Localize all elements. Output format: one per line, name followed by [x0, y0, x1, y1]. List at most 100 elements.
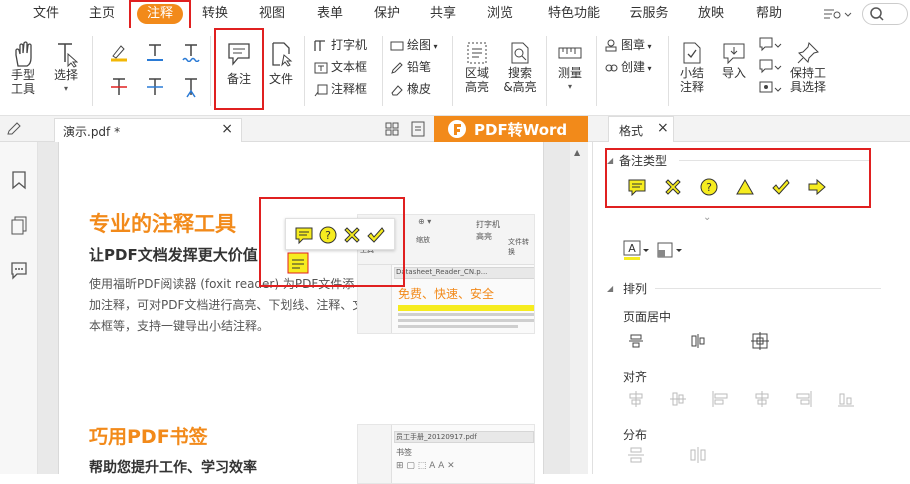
menu-comment[interactable]: 注释	[137, 4, 183, 24]
stamp-button[interactable]: 图章 ▾	[604, 36, 652, 54]
close-tab-icon[interactable]: ×	[221, 121, 233, 137]
keep-tool-selected-button[interactable]: 保持工 具选择	[786, 40, 830, 94]
summary-comments-button[interactable]: 小结 注释	[674, 40, 710, 94]
file-attachment-button[interactable]: 文件	[264, 40, 298, 86]
menu-help[interactable]: 帮助	[753, 4, 785, 24]
heading-bookmarks: 巧用PDF书签	[89, 426, 208, 448]
arrow-type-icon[interactable]	[807, 178, 827, 196]
comment-type-icon[interactable]	[627, 178, 647, 196]
pencil-button[interactable]: 铅笔	[390, 58, 431, 76]
vertical-scrollbar[interactable]: ▲	[570, 142, 588, 474]
note-icon	[228, 43, 250, 66]
triangle-type-icon[interactable]	[735, 178, 755, 196]
comments-panel-icon[interactable]	[9, 260, 29, 280]
format-tab[interactable]: 格式 ×	[608, 116, 674, 142]
intro-paragraph: 使用福昕PDF阅读器 (foxit reader) 为PDF文件添 加注释，可对…	[89, 277, 365, 333]
svg-text:?: ?	[706, 181, 712, 194]
area-highlight-icon	[467, 42, 487, 64]
measure-button[interactable]: 测量 ▾	[552, 40, 588, 94]
menu-features[interactable]: 特色功能	[545, 4, 603, 24]
eraser-button[interactable]: 橡皮	[390, 80, 431, 98]
fill-color-button[interactable]	[657, 242, 683, 262]
stamp-icon	[605, 39, 617, 51]
hand-icon	[15, 41, 32, 67]
menu-file[interactable]: 文件	[30, 4, 62, 24]
create-button[interactable]: 创建 ▾	[604, 58, 652, 76]
menu-view[interactable]: 视图	[256, 4, 288, 24]
expand-chevron-icon[interactable]: ⌄	[703, 212, 711, 223]
document-viewport: 专业的注释工具 让PDF文档发挥更大价值 使用福昕PDF阅读器 (foxit r…	[38, 142, 570, 484]
menu-browse[interactable]: 浏览	[484, 4, 516, 24]
search-highlight-button[interactable]: 搜索 &高亮	[500, 40, 540, 94]
text-color-button[interactable]: A	[623, 240, 649, 262]
squiggly-text-icon[interactable]	[180, 42, 202, 63]
single-view-icon[interactable]	[410, 121, 426, 137]
pages-icon[interactable]	[10, 216, 28, 236]
menu-slideshow[interactable]: 放映	[695, 4, 727, 24]
left-sidebar	[0, 142, 38, 474]
cross-type-icon[interactable]	[663, 178, 683, 196]
align-center-icon	[755, 391, 769, 407]
area-highlight-button[interactable]: 区域 高亮	[458, 40, 496, 94]
comment-settings-icon[interactable]	[758, 80, 782, 98]
popup-cross-icon[interactable]	[342, 225, 362, 245]
check-type-icon[interactable]	[771, 178, 791, 196]
import-button[interactable]: 导入	[716, 40, 752, 80]
edit-pen-icon[interactable]	[6, 121, 22, 137]
popup-comment-icon[interactable]	[294, 225, 314, 245]
menu-form[interactable]: 表单	[314, 4, 346, 24]
typewriter-icon	[314, 39, 325, 51]
pencil-icon	[391, 61, 403, 74]
note-tool-button[interactable]: 备注	[220, 40, 258, 86]
typewriter-button[interactable]: 打字机	[314, 36, 367, 54]
textbox-button[interactable]: 文本框	[314, 58, 367, 76]
align-bottom-icon	[838, 393, 854, 407]
help-type-icon[interactable]: ?	[699, 178, 719, 196]
menu-cloud[interactable]: 云服务	[626, 4, 672, 24]
select-text-icon	[58, 43, 78, 68]
menu-home[interactable]: 主页	[86, 4, 118, 24]
text-color-icon: A	[623, 240, 649, 260]
pin-file-icon	[272, 42, 293, 67]
align-right-icon	[796, 391, 812, 407]
align-label: 对齐	[623, 370, 648, 384]
underline-text-icon[interactable]	[144, 42, 166, 62]
screenshot-thumbnail-2: 员工手册_20120917.pdf 书签 ⊞ ▢ ⬚ A A ✕	[357, 424, 535, 484]
center-both-icon[interactable]	[751, 332, 769, 350]
pdf-page: 专业的注释工具 让PDF文档发挥更大价值 使用福昕PDF阅读器 (foxit r…	[58, 142, 544, 484]
callout-button[interactable]: 注释框	[314, 80, 367, 98]
summary-icon	[683, 42, 701, 64]
search-box[interactable]	[862, 3, 908, 25]
subheading-value: 让PDF文档发挥更大价值	[89, 246, 258, 264]
replace-text-icon[interactable]	[144, 76, 166, 98]
align-middle-icon	[670, 392, 686, 406]
eraser-icon	[391, 84, 403, 95]
insert-text-icon[interactable]	[180, 76, 202, 98]
menu-protect[interactable]: 保护	[371, 4, 403, 24]
center-horizontal-icon[interactable]	[627, 332, 645, 350]
strikeout-text-icon[interactable]	[108, 76, 130, 98]
close-format-tab-icon[interactable]: ×	[657, 120, 669, 136]
drawing-button[interactable]: 绘图 ▾	[390, 36, 438, 54]
menu-convert[interactable]: 转换	[199, 4, 231, 24]
popup-check-icon[interactable]	[366, 225, 386, 245]
pdf-to-word-banner[interactable]: PDF转Word	[434, 116, 588, 142]
center-vertical-icon[interactable]	[689, 332, 707, 350]
hand-tool-button[interactable]: 手型 工具	[4, 40, 42, 96]
import-icon	[723, 43, 745, 65]
menu-share[interactable]: 共享	[427, 4, 459, 24]
display-options-icon[interactable]	[822, 6, 852, 22]
placed-note-icon[interactable]	[287, 252, 309, 274]
comment-list-icon[interactable]	[758, 36, 782, 54]
document-tab-bar: 演示.pdf * × PDF转Word 格式 ×	[0, 116, 910, 142]
create-icon	[605, 64, 618, 71]
document-tab[interactable]: 演示.pdf * ×	[54, 118, 242, 142]
distribute-label: 分布	[623, 428, 648, 442]
popup-help-icon[interactable]: ?	[318, 225, 338, 245]
distribute-horizontal-icon	[690, 447, 706, 463]
comment-manage-icon[interactable]	[758, 58, 782, 76]
bookmark-icon[interactable]	[10, 170, 28, 190]
highlight-text-icon[interactable]	[108, 42, 130, 62]
grid-view-icon[interactable]	[384, 121, 400, 137]
select-tool-button[interactable]: 选择 ▾	[48, 40, 84, 96]
